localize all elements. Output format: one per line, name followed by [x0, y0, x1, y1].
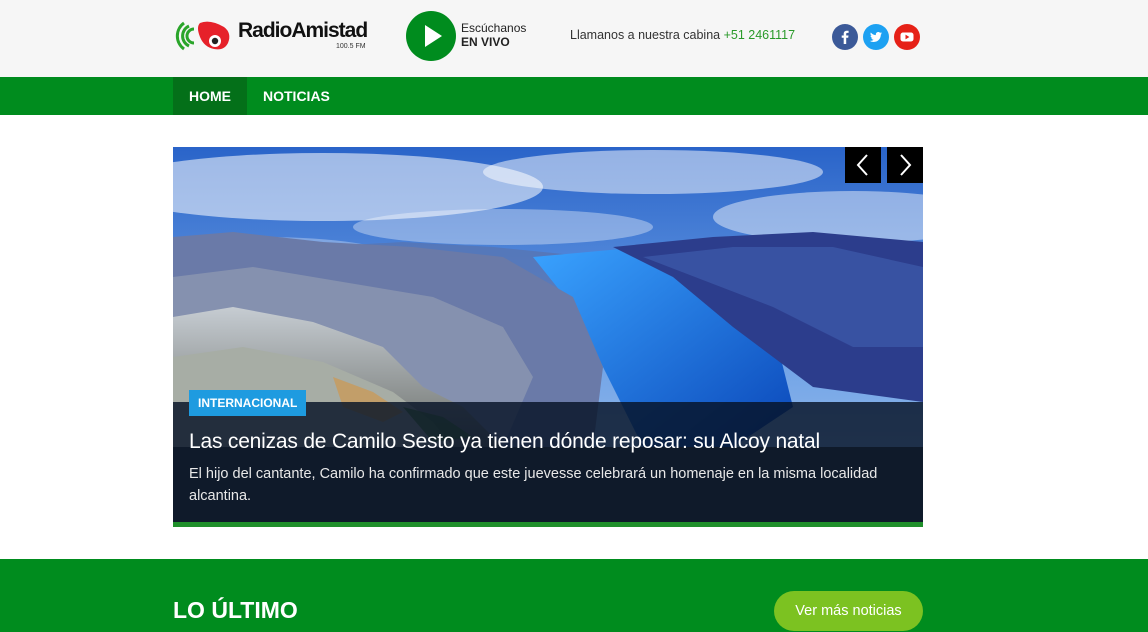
logo-name: RadioAmistad [238, 19, 368, 42]
chevron-left-icon [856, 154, 868, 176]
slider-prev-button[interactable] [845, 147, 881, 183]
radio-logo-icon [175, 21, 230, 51]
slide-title[interactable]: Las cenizas de Camilo Sesto ya tienen dó… [189, 430, 909, 454]
site-logo[interactable]: RadioAmistad 100.5 FM [174, 17, 374, 57]
cabin-phone-info: Llamanos a nuestra cabina +51 2461117 [570, 28, 795, 42]
slide-progress-bar [173, 522, 923, 527]
section-title: LO ÚLTIMO [173, 597, 298, 623]
cabin-text: Llamanos a nuestra cabina [570, 28, 724, 42]
slide-description: El hijo del cantante, Camilo ha confirma… [189, 466, 878, 504]
listen-live-button[interactable]: Escúchanos EN VIVO [406, 11, 546, 63]
live-label: Escúchanos [461, 21, 527, 35]
site-header: RadioAmistad 100.5 FM Escúchanos EN VIVO… [0, 0, 1148, 77]
cabin-phone-number[interactable]: +51 2461117 [724, 28, 795, 42]
logo-frequency: 100.5 FM [336, 43, 366, 50]
chevron-right-icon [900, 154, 912, 176]
slider-next-button[interactable] [887, 147, 923, 183]
nav-item-noticias[interactable]: NOTICIAS [247, 77, 346, 115]
live-sublabel: EN VIVO [461, 35, 510, 49]
play-icon [406, 11, 456, 61]
facebook-icon[interactable] [832, 24, 858, 50]
youtube-icon[interactable] [894, 24, 920, 50]
featured-slider: INTERNACIONAL Las cenizas de Camilo Sest… [173, 147, 923, 527]
category-badge[interactable]: INTERNACIONAL [189, 390, 307, 416]
more-news-button[interactable]: Ver más noticias [774, 591, 923, 631]
twitter-icon[interactable] [863, 24, 889, 50]
latest-section: LO ÚLTIMO Ver más noticias [0, 559, 1148, 632]
main-nav: HOME NOTICIAS [0, 77, 1148, 115]
nav-item-home[interactable]: HOME [173, 77, 247, 115]
